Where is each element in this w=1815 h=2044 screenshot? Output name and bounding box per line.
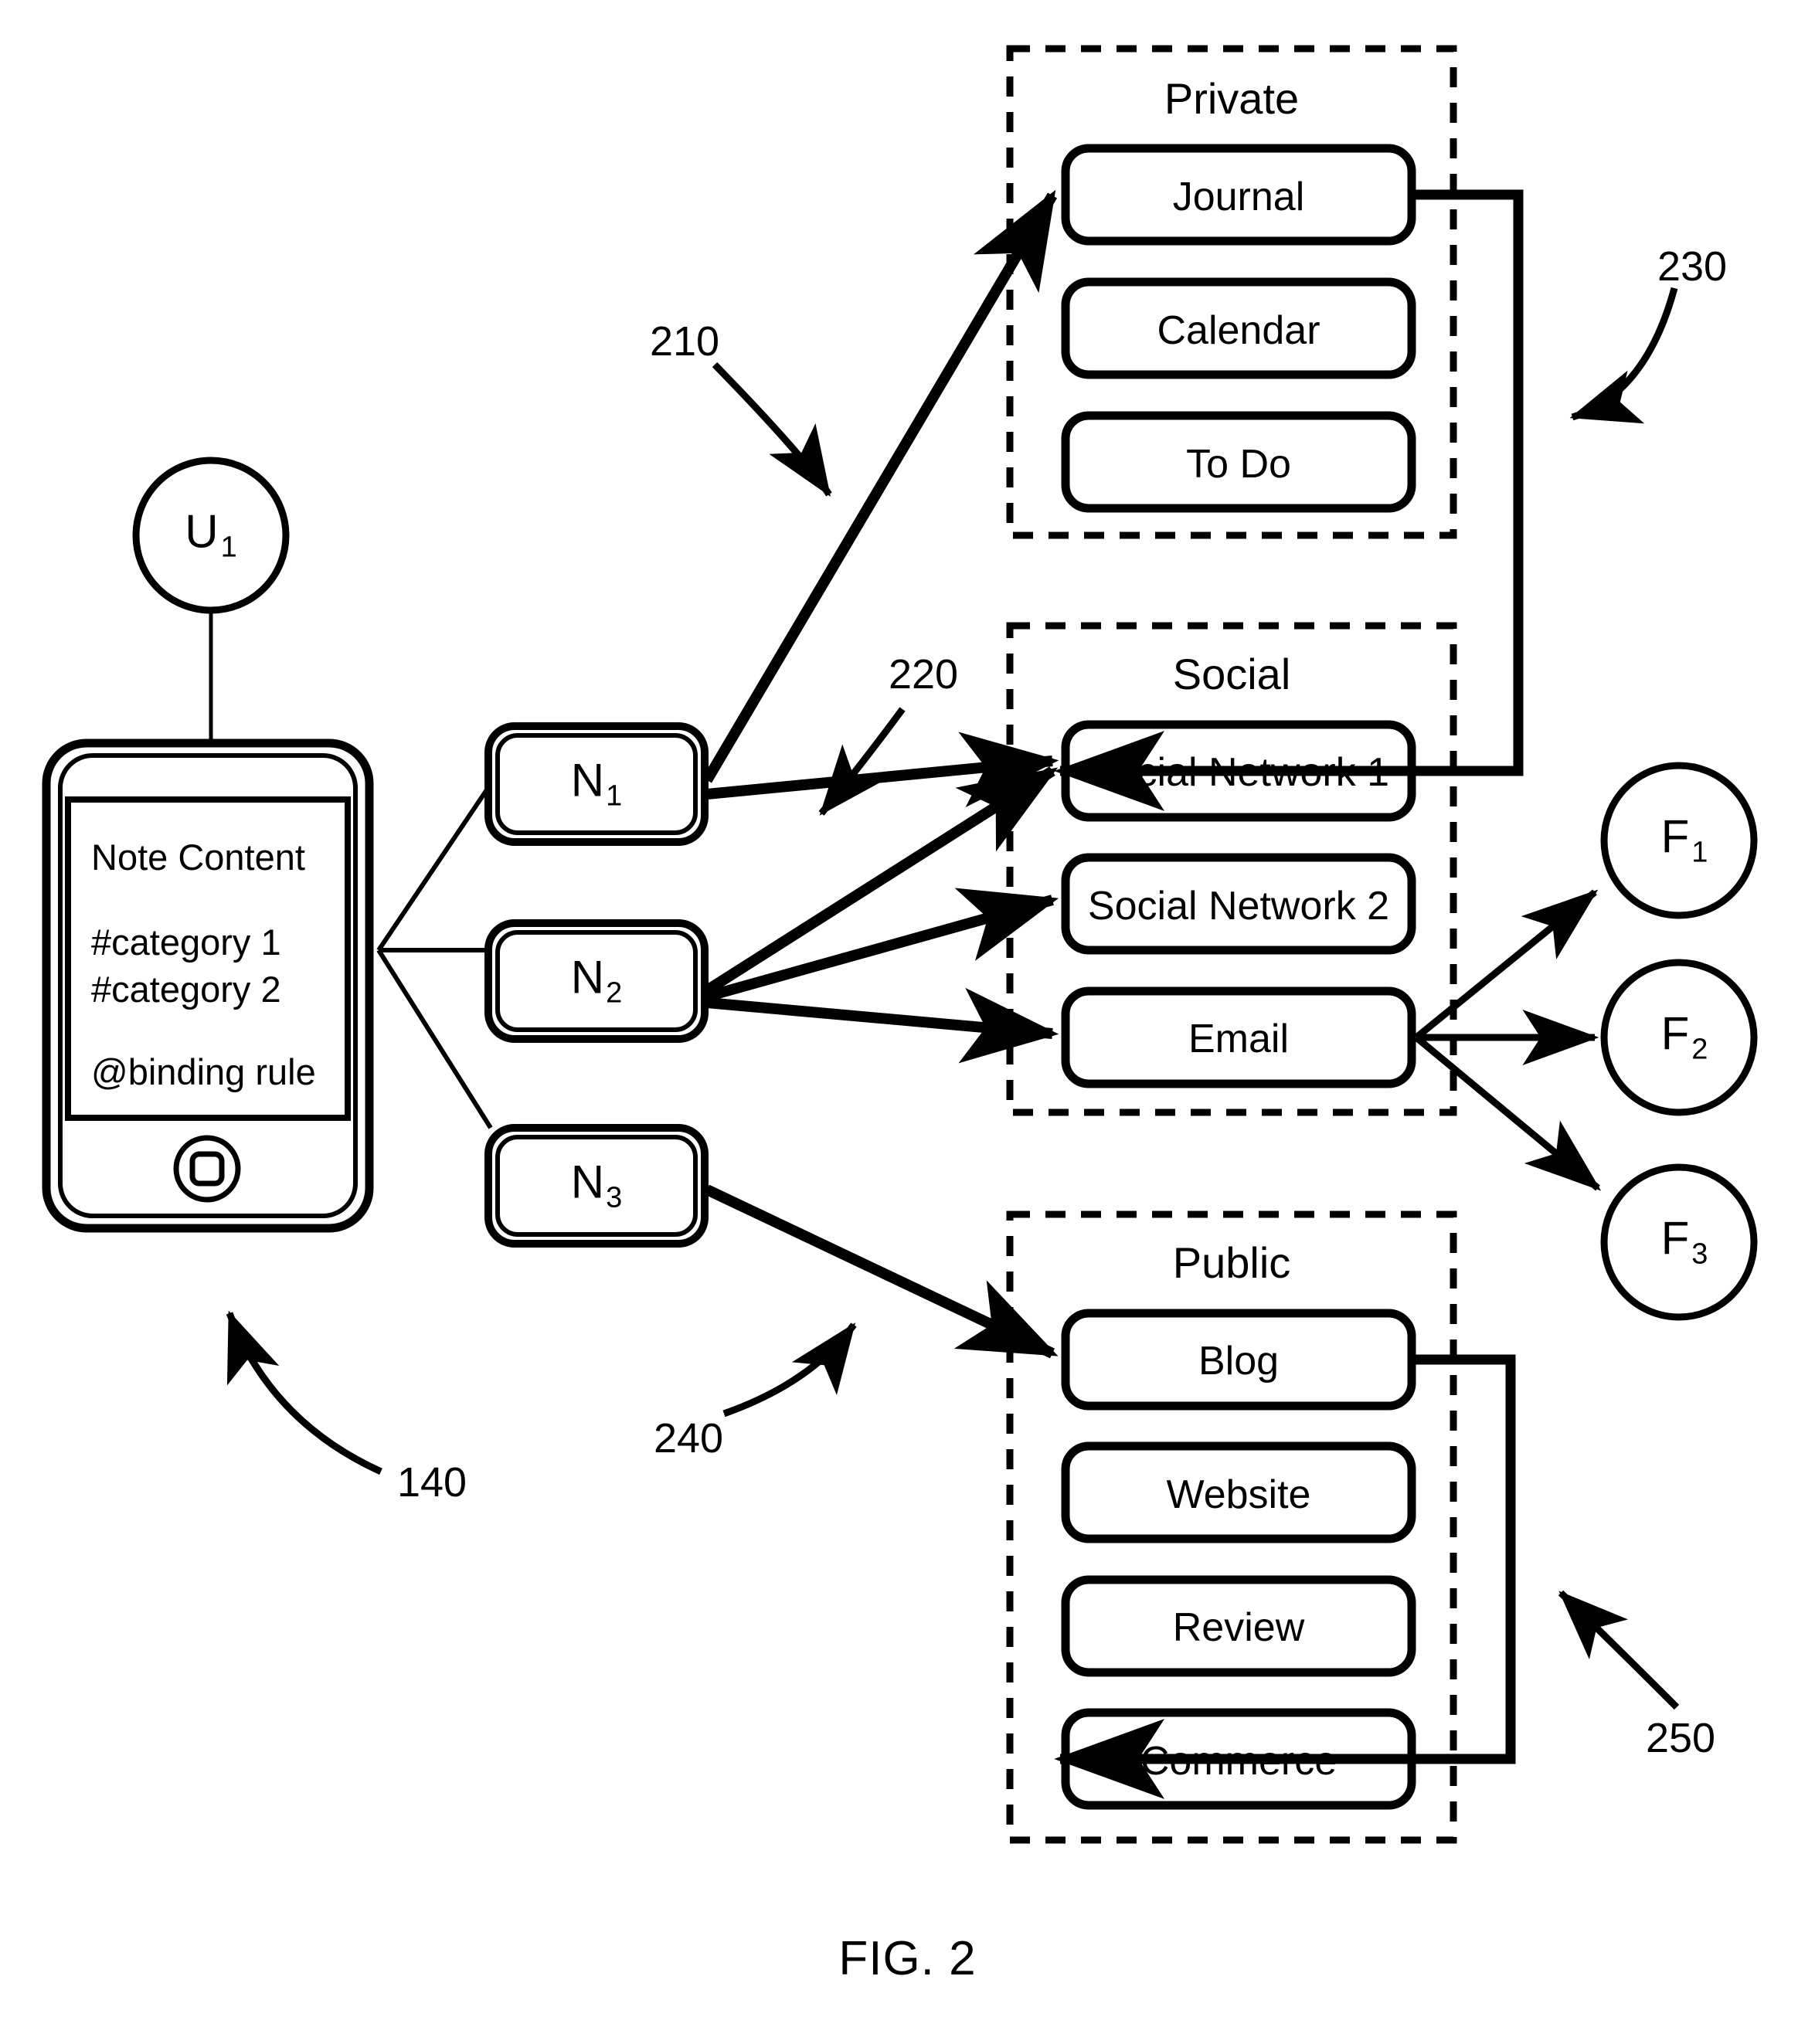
leader-220 — [818, 707, 906, 816]
pill-label-todo[interactable]: To Do — [1186, 444, 1291, 484]
note-binding-rule: @binding rule — [91, 1051, 316, 1092]
flow-arrows — [702, 189, 1059, 1359]
diagram-svg — [42, 45, 1758, 1844]
pill-label-review[interactable]: Review — [1173, 1608, 1305, 1648]
pill-label-commerce[interactable]: Commerce — [1140, 1741, 1337, 1781]
group-title-public: Public — [1172, 1238, 1291, 1287]
ref-numeral-210: 210 — [649, 318, 720, 365]
leader-140 — [226, 1310, 382, 1475]
user-node-label: U1 — [185, 505, 237, 564]
ref-numeral-230: 230 — [1657, 243, 1728, 290]
note-node-n2-label: N2 — [570, 951, 623, 1010]
note-tag-2: #category 2 — [91, 969, 281, 1010]
leader-240 — [722, 1322, 857, 1418]
figure-caption: FIG. 2 — [838, 1932, 977, 1985]
friend-label-f1: F1 — [1660, 810, 1708, 869]
pill-label-email[interactable]: Email — [1188, 1019, 1289, 1059]
ref-numeral-220: 220 — [888, 651, 959, 698]
ref-numeral-250: 250 — [1645, 1715, 1716, 1761]
note-title: Note Content — [91, 837, 305, 878]
leader-230 — [1569, 287, 1678, 424]
group-title-private: Private — [1164, 74, 1300, 123]
pill-label-blog[interactable]: Blog — [1198, 1341, 1279, 1381]
email-to-friends-arrows — [1414, 889, 1602, 1191]
ref-numeral-140: 140 — [396, 1459, 467, 1506]
pill-label-journal[interactable]: Journal — [1173, 177, 1305, 217]
group-title-social: Social — [1172, 650, 1291, 698]
friend-label-f2: F2 — [1660, 1007, 1708, 1066]
pill-label-calendar[interactable]: Calendar — [1157, 311, 1320, 351]
note-tag-1: #category 1 — [91, 922, 281, 963]
leader-210 — [712, 362, 832, 497]
user-node — [132, 457, 290, 743]
note-node-n1-label: N1 — [570, 754, 623, 813]
pill-label-website[interactable]: Website — [1167, 1475, 1311, 1515]
ref-numeral-240: 240 — [653, 1415, 724, 1462]
phone-to-nodes-links — [376, 783, 493, 1129]
feedback-blog-to-commerce — [1054, 1354, 1516, 1799]
figure-canvas: U1 Note Content #category 1 #category 2 … — [0, 0, 1815, 2044]
pill-label-social-network-1[interactable]: Social Network 1 — [1088, 752, 1389, 793]
pill-label-social-network-2[interactable]: Social Network 2 — [1088, 886, 1389, 926]
note-node-n3-label: N3 — [570, 1156, 623, 1214]
leader-250 — [1558, 1590, 1680, 1710]
friend-label-f3: F3 — [1660, 1212, 1708, 1271]
